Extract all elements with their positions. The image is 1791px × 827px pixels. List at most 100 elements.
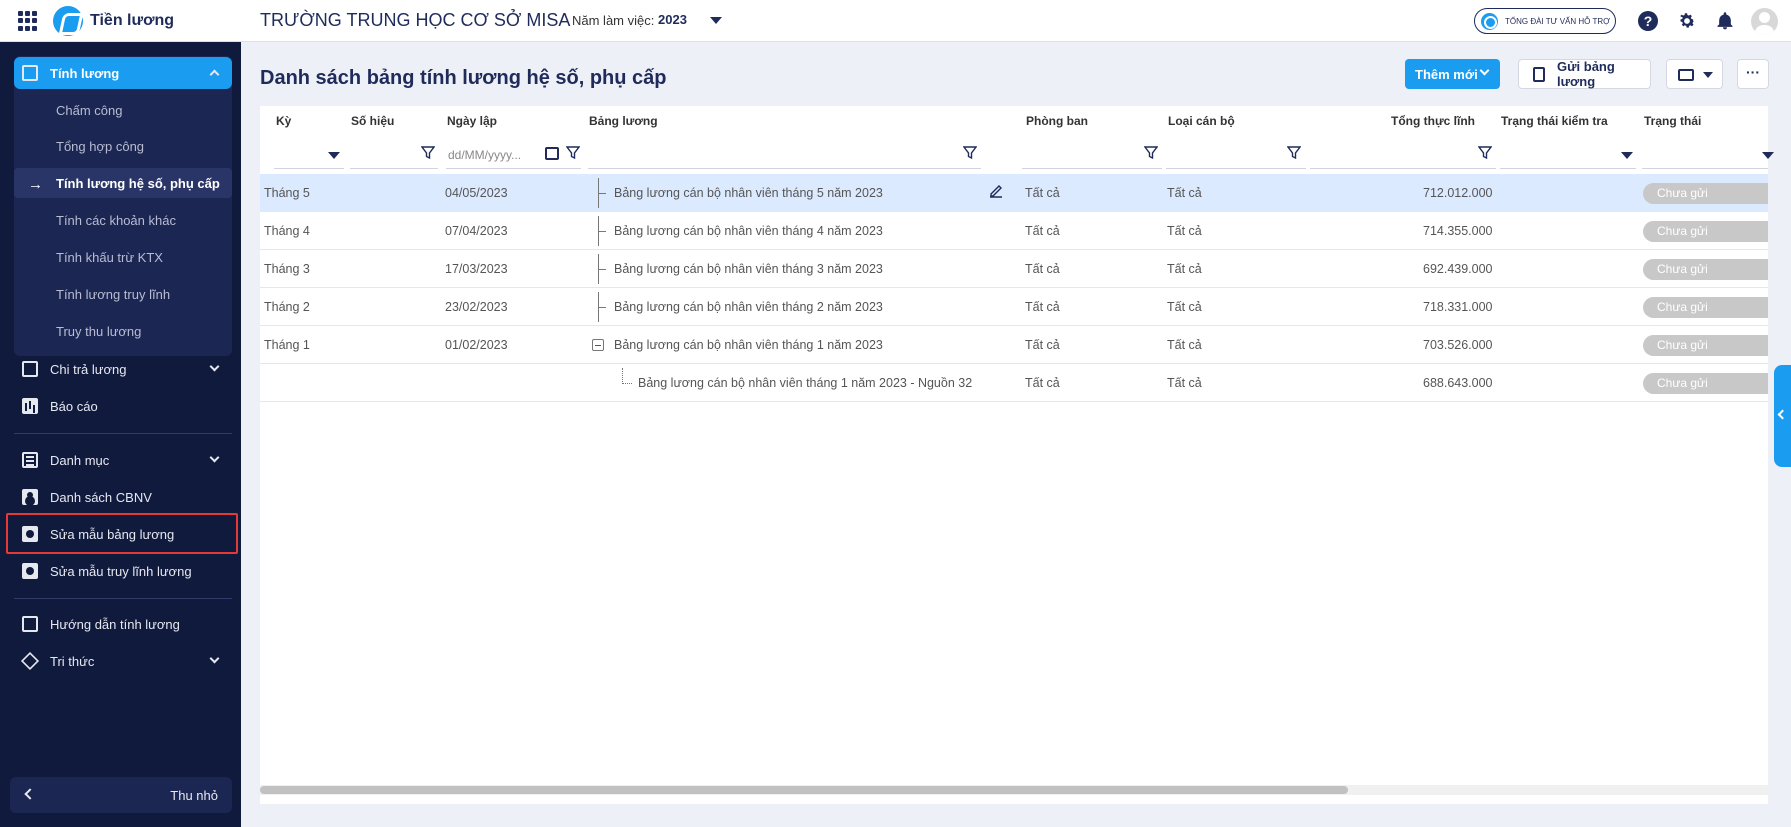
cell-payroll-name[interactable]: Bảng lương cán bộ nhân viên tháng 2 năm … [614,300,883,314]
sidebar-item-bao-cao[interactable]: Báo cáo [14,390,232,422]
sidebar-item-tinh-luong[interactable]: Tính lương [14,57,232,89]
cell-period: Tháng 2 [264,300,310,314]
sidebar-sub-tong-hop-cong[interactable]: Tổng hợp công [56,131,226,161]
sidebar-item-danh-sach-cbnv[interactable]: Danh sách CBNV [14,481,232,513]
filter-icon[interactable] [1478,146,1492,160]
send-payroll-label: Gửi bảng lương [1557,59,1615,89]
edit-pencil-icon[interactable] [988,183,1004,199]
collapse-sidebar-button[interactable]: Thu nhỏ [10,777,232,813]
filter-trang-thai-dropdown[interactable] [1762,152,1774,159]
chevron-left-icon [24,788,36,800]
sidebar-item-tri-thuc[interactable]: Tri thức [14,645,232,677]
cell-dept: Tất cả [1025,186,1060,200]
sidebar-item-sua-mau-truy-linh[interactable]: Sửa mẫu truy lĩnh lương [14,555,232,587]
date-filter-input[interactable]: dd/MM/yyyy... [448,148,521,162]
chevron-up-icon [209,69,220,80]
filter-so-hieu-underline [350,168,438,169]
support-hotline-button[interactable]: TỔNG ĐÀI TƯ VẤN HỖ TRỢ [1474,8,1616,34]
tree-line [598,269,606,270]
filter-trang-thai-kiem-tra-dropdown[interactable] [1621,152,1633,159]
tree-line [598,231,606,232]
bell-icon[interactable] [1715,11,1735,31]
salary-calc-icon [22,65,38,81]
table-row[interactable]: Tháng 2 23/02/2023 Bảng lương cán bộ nhâ… [260,288,1768,326]
filter-icon[interactable] [1287,146,1301,160]
table-row[interactable]: Tháng 5 04/05/2023 Bảng lương cán bộ nhâ… [260,174,1768,212]
chevron-down-icon [1479,65,1490,76]
cell-staff-type: Tất cả [1167,224,1202,238]
cell-date: 01/02/2023 [445,338,508,352]
cell-payroll-name[interactable]: Bảng lương cán bộ nhân viên tháng 1 năm … [614,338,883,352]
table-row[interactable]: Tháng 4 07/04/2023 Bảng lương cán bộ nhâ… [260,212,1768,250]
filter-icon[interactable] [566,146,580,160]
collapse-minus-icon[interactable] [592,339,604,351]
cell-total: 712.012.000 [1423,186,1493,200]
cell-period: Tháng 5 [264,186,310,200]
sidebar-sub-tinh-luong-he-so[interactable]: → Tính lương hệ số, phụ cấp [14,168,232,198]
caret-down-icon[interactable] [710,17,722,24]
sidebar-sub-tinh-luong-truy-linh[interactable]: Tính lương truy lĩnh [56,279,226,309]
col-header-phong-ban[interactable]: Phòng ban [1026,114,1088,128]
top-header: Tiền lương TRƯỜNG TRUNG HỌC CƠ SỞ MISA N… [0,0,1791,42]
add-new-button[interactable]: Thêm mới [1405,59,1500,89]
filter-ky-dropdown[interactable] [328,152,340,159]
filter-tong-thuc-linh-underline [1310,168,1496,169]
filter-icon[interactable] [421,146,435,160]
chevron-down-icon [209,361,220,372]
table-row[interactable]: Tháng 3 17/03/2023 Bảng lương cán bộ nhâ… [260,250,1768,288]
sidebar-sub-cham-cong[interactable]: Chấm công [56,95,226,125]
avatar[interactable] [1751,8,1778,35]
filter-icon[interactable] [1144,146,1158,160]
sidebar-sub-tinh-cac-khoan-khac[interactable]: Tính các khoản khác [56,205,226,235]
cell-payroll-name[interactable]: Bảng lương cán bộ nhân viên tháng 1 năm … [638,376,972,390]
filter-trang-thai-underline [1642,168,1768,169]
sidebar-item-label: Danh mục [50,452,110,468]
col-header-tong-thuc-linh[interactable]: Tổng thực lĩnh [1391,114,1475,128]
status-badge: Chưa gửi [1643,335,1768,356]
filter-ky-underline [274,168,344,169]
sidebar-item-huong-dan[interactable]: Hướng dẫn tính lương [14,608,232,640]
more-options-button[interactable]: ··· [1737,59,1769,89]
sidebar-sub-tinh-khau-tru-ktx[interactable]: Tính khấu trừ KTX [56,242,226,272]
col-header-trang-thai-kiem-tra[interactable]: Trạng thái kiểm tra [1501,114,1608,128]
filter-ngay-lap-underline [446,168,581,169]
col-header-ky[interactable]: Kỳ [276,114,291,128]
horizontal-scrollbar-thumb[interactable] [260,786,1348,794]
cell-date: 17/03/2023 [445,262,508,276]
cube-icon [20,651,40,671]
chevron-down-icon [209,653,220,664]
table-row[interactable]: Bảng lương cán bộ nhân viên tháng 1 năm … [260,364,1768,402]
cell-total: 703.526.000 [1423,338,1493,352]
send-payroll-button[interactable]: Gửi bảng lương [1518,59,1651,89]
chart-icon [22,398,38,414]
sidebar-sub-label: Tính lương hệ số, phụ cấp [56,175,220,191]
cell-payroll-name[interactable]: Bảng lương cán bộ nhân viên tháng 4 năm … [614,224,883,238]
year-select[interactable]: 2023 [658,12,687,27]
person-card-icon [22,489,38,505]
cell-payroll-name[interactable]: Bảng lương cán bộ nhân viên tháng 5 năm … [614,186,883,200]
support-label: TỔNG ĐÀI TƯ VẤN HỖ TRỢ [1505,16,1610,26]
sidebar-item-danh-muc[interactable]: Danh mục [14,444,232,476]
gear-icon[interactable] [1677,11,1697,31]
col-header-trang-thai[interactable]: Trạng thái [1644,114,1701,128]
col-header-bang-luong[interactable]: Bảng lương [589,114,658,128]
sidebar-sub-truy-thu-luong[interactable]: Truy thu lương [56,316,226,346]
send-document-icon [1533,67,1545,82]
help-icon[interactable]: ? [1638,11,1658,31]
table-row[interactable]: Tháng 1 01/02/2023 Bảng lương cán bộ nhâ… [260,326,1768,364]
cell-total: 718.331.000 [1423,300,1493,314]
expand-side-panel-button[interactable] [1774,365,1791,467]
filter-icon[interactable] [963,146,977,160]
col-header-loai-can-bo[interactable]: Loại cán bộ [1168,114,1235,128]
calendar-icon[interactable] [545,147,559,160]
cell-period: Tháng 1 [264,338,310,352]
app-grid-icon[interactable] [18,11,38,31]
col-header-ngay-lap[interactable]: Ngày lập [447,114,497,128]
sidebar-item-chi-tra-luong[interactable]: Chi trả lương [14,353,232,385]
col-header-so-hieu[interactable]: Số hiệu [351,114,394,128]
print-button[interactable] [1666,59,1723,89]
filter-phong-ban-underline [1022,168,1162,169]
status-badge: Chưa gửi [1643,183,1768,204]
cell-payroll-name[interactable]: Bảng lương cán bộ nhân viên tháng 3 năm … [614,262,883,276]
guide-book-icon [22,616,38,632]
